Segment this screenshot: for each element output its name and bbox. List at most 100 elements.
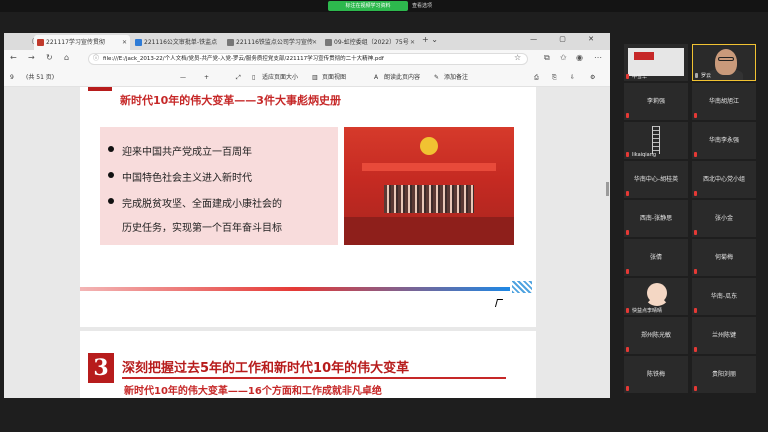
participant-tile[interactable]: 李莉强 (624, 83, 688, 120)
zoom-out-button[interactable]: — (180, 68, 186, 87)
participant-tile[interactable]: 陈铁梅 (624, 356, 688, 393)
browser-tab-2[interactable]: 221116公文审批单-铁监点 (132, 35, 222, 50)
mic-muted-icon (626, 308, 629, 313)
participant-name: 李莉强 (646, 98, 665, 105)
thumb-graphic (634, 52, 654, 60)
save-icon[interactable]: ⎘ (552, 68, 557, 87)
close-icon[interactable]: ✕ (312, 35, 317, 50)
close-icon[interactable]: ✕ (410, 35, 415, 50)
tab-label: 221117学习宣传贯彻 (46, 39, 105, 46)
mouse-cursor-icon (494, 299, 504, 307)
new-tab-button[interactable]: + ⌄ (422, 35, 438, 44)
more-icon[interactable]: ⋯ (594, 53, 602, 62)
settings-icon[interactable]: ⚙ (590, 68, 595, 87)
read-aloud-icon[interactable]: A (374, 68, 378, 87)
participant-tile[interactable]: likaiqiang (624, 122, 688, 159)
print-icon[interactable]: ⎙ (534, 68, 539, 87)
glasses-graphic (718, 57, 734, 61)
bullet-dot (108, 198, 114, 204)
bullet-item: 完成脱贫攻坚、全面建成小康社会的 (108, 195, 282, 210)
participant-tile[interactable]: 何菊梅 (692, 239, 756, 276)
participant-name: 快益点李晴晴 (632, 308, 663, 314)
participant-tile[interactable]: 华南中心-胡桂英 (624, 161, 688, 198)
fit-page-button[interactable]: 适应页面大小 (262, 68, 298, 87)
participant-name: 贵阳刘丽 (711, 371, 736, 378)
bullets-panel: 迎来中国共产党成立一百周年 中国特色社会主义进入新时代 完成脱贫攻坚、全面建成小… (100, 127, 338, 245)
browser-tab-1[interactable]: 221117学习宣传贯彻 ✕ (34, 35, 130, 50)
participant-tile[interactable]: 贵阳刘丽 (692, 356, 756, 393)
participant-name: 西南-张静思 (639, 215, 673, 222)
pdf-page: 3 深刻把握过去5年的工作和新时代10年的伟大变革 新时代10年的伟大变革——1… (80, 331, 536, 398)
participant-name: 华南李永强 (708, 137, 739, 144)
extensions-icon[interactable]: ◉ (576, 53, 583, 62)
participant-tile[interactable]: 华南-瓜东 (692, 278, 756, 315)
tab-label: 221116公文审批单-铁监点 (144, 39, 218, 46)
page-view-icon[interactable]: ▥ (312, 68, 318, 87)
bullet-text: 迎来中国共产党成立一百周年 (122, 147, 252, 158)
participant-tile[interactable]: 西南-张静思 (624, 200, 688, 237)
participant-tile[interactable]: 华南胡旭江 (692, 83, 756, 120)
mic-muted-icon (626, 191, 629, 196)
scrollbar-thumb[interactable] (606, 182, 609, 196)
file-icon: ⓘ (93, 55, 100, 62)
mic-muted-icon (694, 347, 697, 352)
close-icon[interactable]: ✕ (122, 35, 127, 50)
browser-tab-3[interactable]: 221116铁监点公司学习宣传 ✕ (224, 35, 320, 50)
pdf-viewer[interactable]: 新时代10年的伟大变革——3件大事彪炳史册 迎来中国共产党成立一百周年 中国特色… (4, 87, 610, 398)
mic-muted-icon (626, 347, 629, 352)
mic-muted-icon (694, 386, 697, 391)
browser-tab-4[interactable]: 09-虹控委组（2022）75号 ✕ (322, 35, 418, 50)
page-subtitle: 新时代10年的伟大变革——3件大事彪炳史册 (120, 94, 341, 107)
person-face (715, 49, 737, 75)
mic-icon (695, 73, 698, 78)
meeting-top-bar: 标注在视频学习资料 查看选项 (0, 0, 768, 12)
participant-tile[interactable]: 华南李永强 (692, 122, 756, 159)
mic-muted-icon (694, 230, 697, 235)
url-input[interactable]: ⓘ file:///E:/jack_2013-22/个人文档/党员-共产党-入党… (88, 53, 528, 65)
add-note-button[interactable]: 添加备注 (444, 68, 468, 87)
sharing-indicator-button[interactable]: 标注在视频学习资料 (328, 1, 408, 11)
participant-tile[interactable]: 快益点李晴晴 (624, 278, 688, 315)
zoom-in-button[interactable]: + (204, 68, 209, 87)
document-icon (135, 39, 142, 46)
collections-icon[interactable]: ⧉ (544, 53, 550, 63)
window-controls[interactable]: — ▢ ✕ (530, 35, 604, 43)
address-bar-row: ← → ↻ ⌂ ⓘ file:///E:/jack_2013-22/个人文档/党… (4, 50, 610, 68)
mic-muted-icon (626, 269, 629, 274)
refresh-icon[interactable]: ↻ (46, 53, 53, 62)
participant-tile[interactable]: 张倩 (624, 239, 688, 276)
participant-tile[interactable]: 西北中心党小组 (692, 161, 756, 198)
rotate-icon[interactable]: ⤢ (236, 68, 241, 87)
document-icon (325, 39, 332, 46)
bullet-item: 迎来中国共产党成立一百周年 (108, 143, 252, 158)
section-number: 3 (88, 353, 114, 383)
favorite-icon[interactable]: ☆ (514, 53, 521, 62)
mic-muted-icon (694, 308, 697, 313)
pdf-toolbar: 9 (共 51 页) — + ⤢ ▯ 适应页面大小 ▥ 页面视图 A 朗读此页内… (4, 68, 610, 87)
participant-name: 华南中心-胡桂英 (633, 176, 679, 183)
page-view-button[interactable]: 页面视图 (322, 68, 346, 87)
participant-name: 华南-瓜东 (710, 293, 738, 300)
back-icon[interactable]: ← (10, 53, 17, 62)
banner-graphic (362, 163, 496, 171)
forward-icon[interactable]: → (28, 53, 35, 62)
participant-tile[interactable]: 张小金 (692, 200, 756, 237)
fit-icon[interactable]: ▯ (252, 68, 255, 87)
tab-bar: ▢ ▯ 221117学习宣传贯彻 ✕ 221116公文审批单-铁监点 22111… (4, 33, 610, 50)
view-options-button[interactable]: 查看选项 (412, 1, 442, 11)
note-icon[interactable]: ✎ (434, 68, 439, 87)
participant-name: likaiqiang (632, 152, 657, 158)
favorites-bar-icon[interactable]: ✩ (560, 53, 567, 62)
participant-tile[interactable]: 中雪华 (624, 44, 688, 81)
mic-muted-icon (694, 269, 697, 274)
bullet-item: 中国特色社会主义进入新时代 (108, 169, 252, 184)
participant-tile-active[interactable]: 罗云 (692, 44, 756, 81)
participant-tile[interactable]: 兰州陈键 (692, 317, 756, 354)
save-as-icon[interactable]: ⇩ (570, 68, 575, 87)
participant-name: 陈铁梅 (646, 371, 665, 378)
read-aloud-button[interactable]: 朗读此页内容 (384, 68, 420, 87)
page-number-input[interactable]: 9 (10, 68, 14, 87)
home-icon[interactable]: ⌂ (64, 53, 69, 62)
emblem-graphic (420, 137, 438, 155)
participant-tile[interactable]: 郑州陈光敏 (624, 317, 688, 354)
